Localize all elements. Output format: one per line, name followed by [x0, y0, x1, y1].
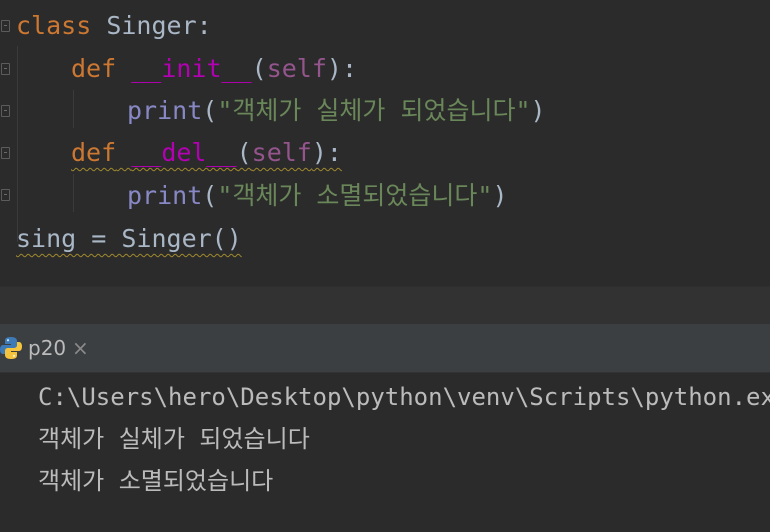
paren-close: ): [326, 54, 358, 83]
paren-open: ( [251, 54, 267, 83]
paren-close: ) [492, 181, 508, 210]
paren-open: ( [202, 181, 218, 210]
fold-marker-icon[interactable] [1, 147, 10, 159]
indent-guide [17, 46, 18, 242]
string-literal: "객체가 소멸되었습니다" [217, 181, 493, 210]
fold-marker-icon[interactable] [1, 105, 10, 117]
console-line-output: 객체가 실체가 되었습니다 [38, 425, 310, 453]
string-literal: "객체가 실체가 되었습니다" [217, 96, 531, 125]
fold-marker-icon[interactable] [1, 63, 10, 75]
code-line-6[interactable]: sing = Singer() [16, 219, 242, 259]
class-name: Singer: [91, 11, 212, 40]
statement-code: sing = Singer() [16, 224, 242, 253]
close-icon[interactable]: × [72, 336, 89, 360]
indent-guide [73, 174, 74, 212]
code-line-1[interactable]: class Singer: [16, 6, 212, 46]
builtin-print: print [127, 96, 203, 125]
panel-splitter[interactable] [0, 286, 770, 325]
tab-run-p20[interactable]: p20 × [0, 324, 100, 372]
code-line-3[interactable]: print("객체가 실체가 되었습니다") [127, 91, 546, 131]
console-line-command: C:\Users\hero\Desktop\python\venv\Script… [38, 383, 770, 411]
code-line-4[interactable]: def __del__(self): [71, 133, 342, 173]
console-line-output: 객체가 소멸되었습니다 [38, 467, 274, 495]
keyword-class: class [16, 11, 92, 40]
paren-close: ): [311, 138, 342, 167]
run-tool-window-tabbar: p20 × [0, 324, 770, 373]
run-console-output[interactable]: C:\Users\hero\Desktop\python\venv\Script… [0, 373, 770, 532]
python-icon [0, 336, 22, 360]
fold-marker-icon[interactable] [1, 189, 10, 201]
builtin-print: print [127, 181, 203, 210]
paren-open: ( [236, 138, 252, 167]
method-name: __del__ [131, 138, 237, 167]
paren-close: ) [530, 96, 546, 125]
self-param: self [266, 54, 327, 83]
method-name: __init__ [131, 54, 252, 83]
warning-squiggle: def __del__(self): [71, 138, 342, 167]
code-line-2[interactable]: def __init__(self): [71, 49, 357, 89]
tab-label: p20 [28, 336, 67, 360]
code-editor[interactable]: class Singer: def __init__(self): print(… [0, 0, 770, 286]
fold-marker-icon[interactable] [1, 20, 10, 32]
keyword-def: def [71, 54, 117, 83]
indent-guide [73, 90, 74, 128]
code-line-5[interactable]: print("객체가 소멸되었습니다") [127, 176, 508, 216]
keyword-def: def [71, 138, 117, 167]
self-param: self [251, 138, 312, 167]
paren-open: ( [202, 96, 218, 125]
